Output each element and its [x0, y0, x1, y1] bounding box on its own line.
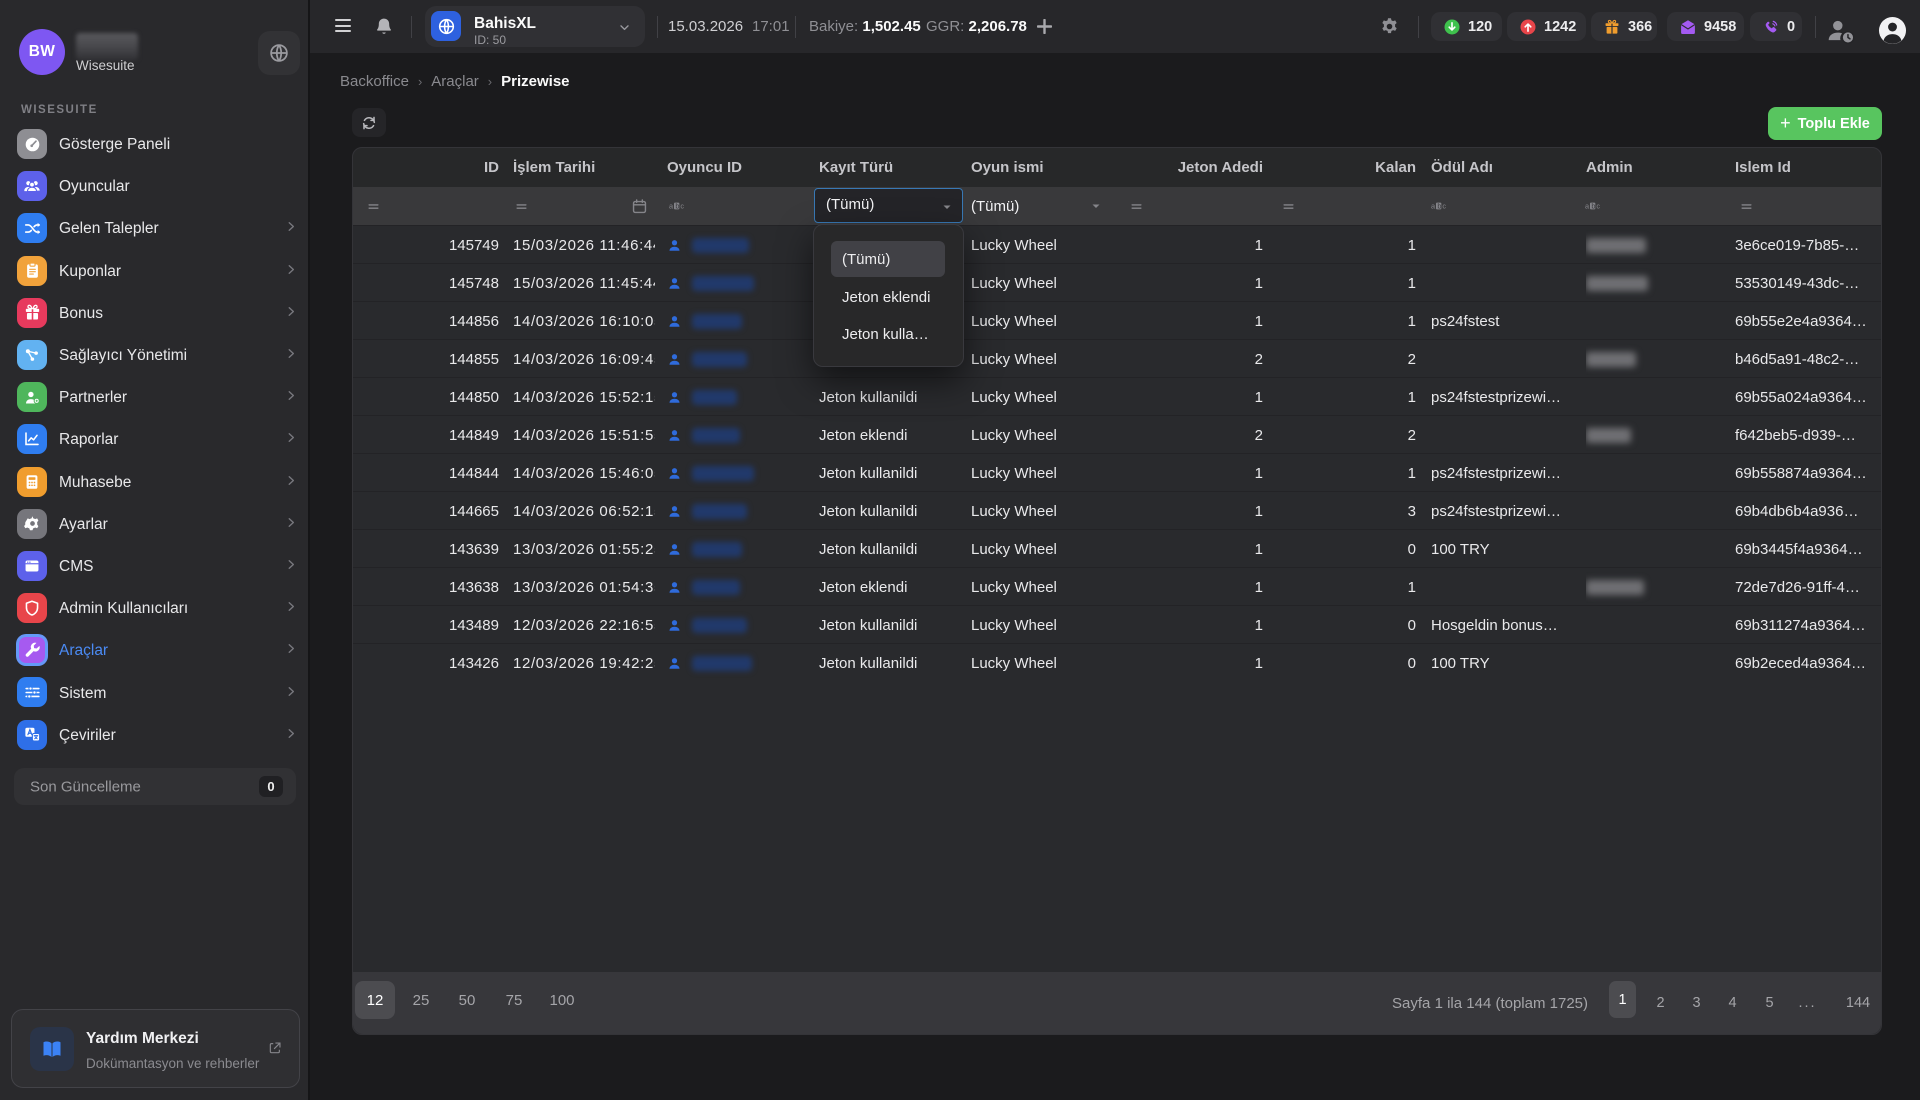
svg-text:c: c	[1596, 202, 1600, 211]
svg-text:b: b	[1437, 202, 1441, 211]
svg-text:c: c	[680, 202, 684, 211]
svg-text:c: c	[1442, 202, 1446, 211]
svg-text:b: b	[1591, 202, 1595, 211]
svg-text:a: a	[1431, 202, 1436, 211]
svg-text:a: a	[1585, 202, 1590, 211]
svg-text:b: b	[675, 202, 679, 211]
svg-text:a: a	[669, 202, 674, 211]
